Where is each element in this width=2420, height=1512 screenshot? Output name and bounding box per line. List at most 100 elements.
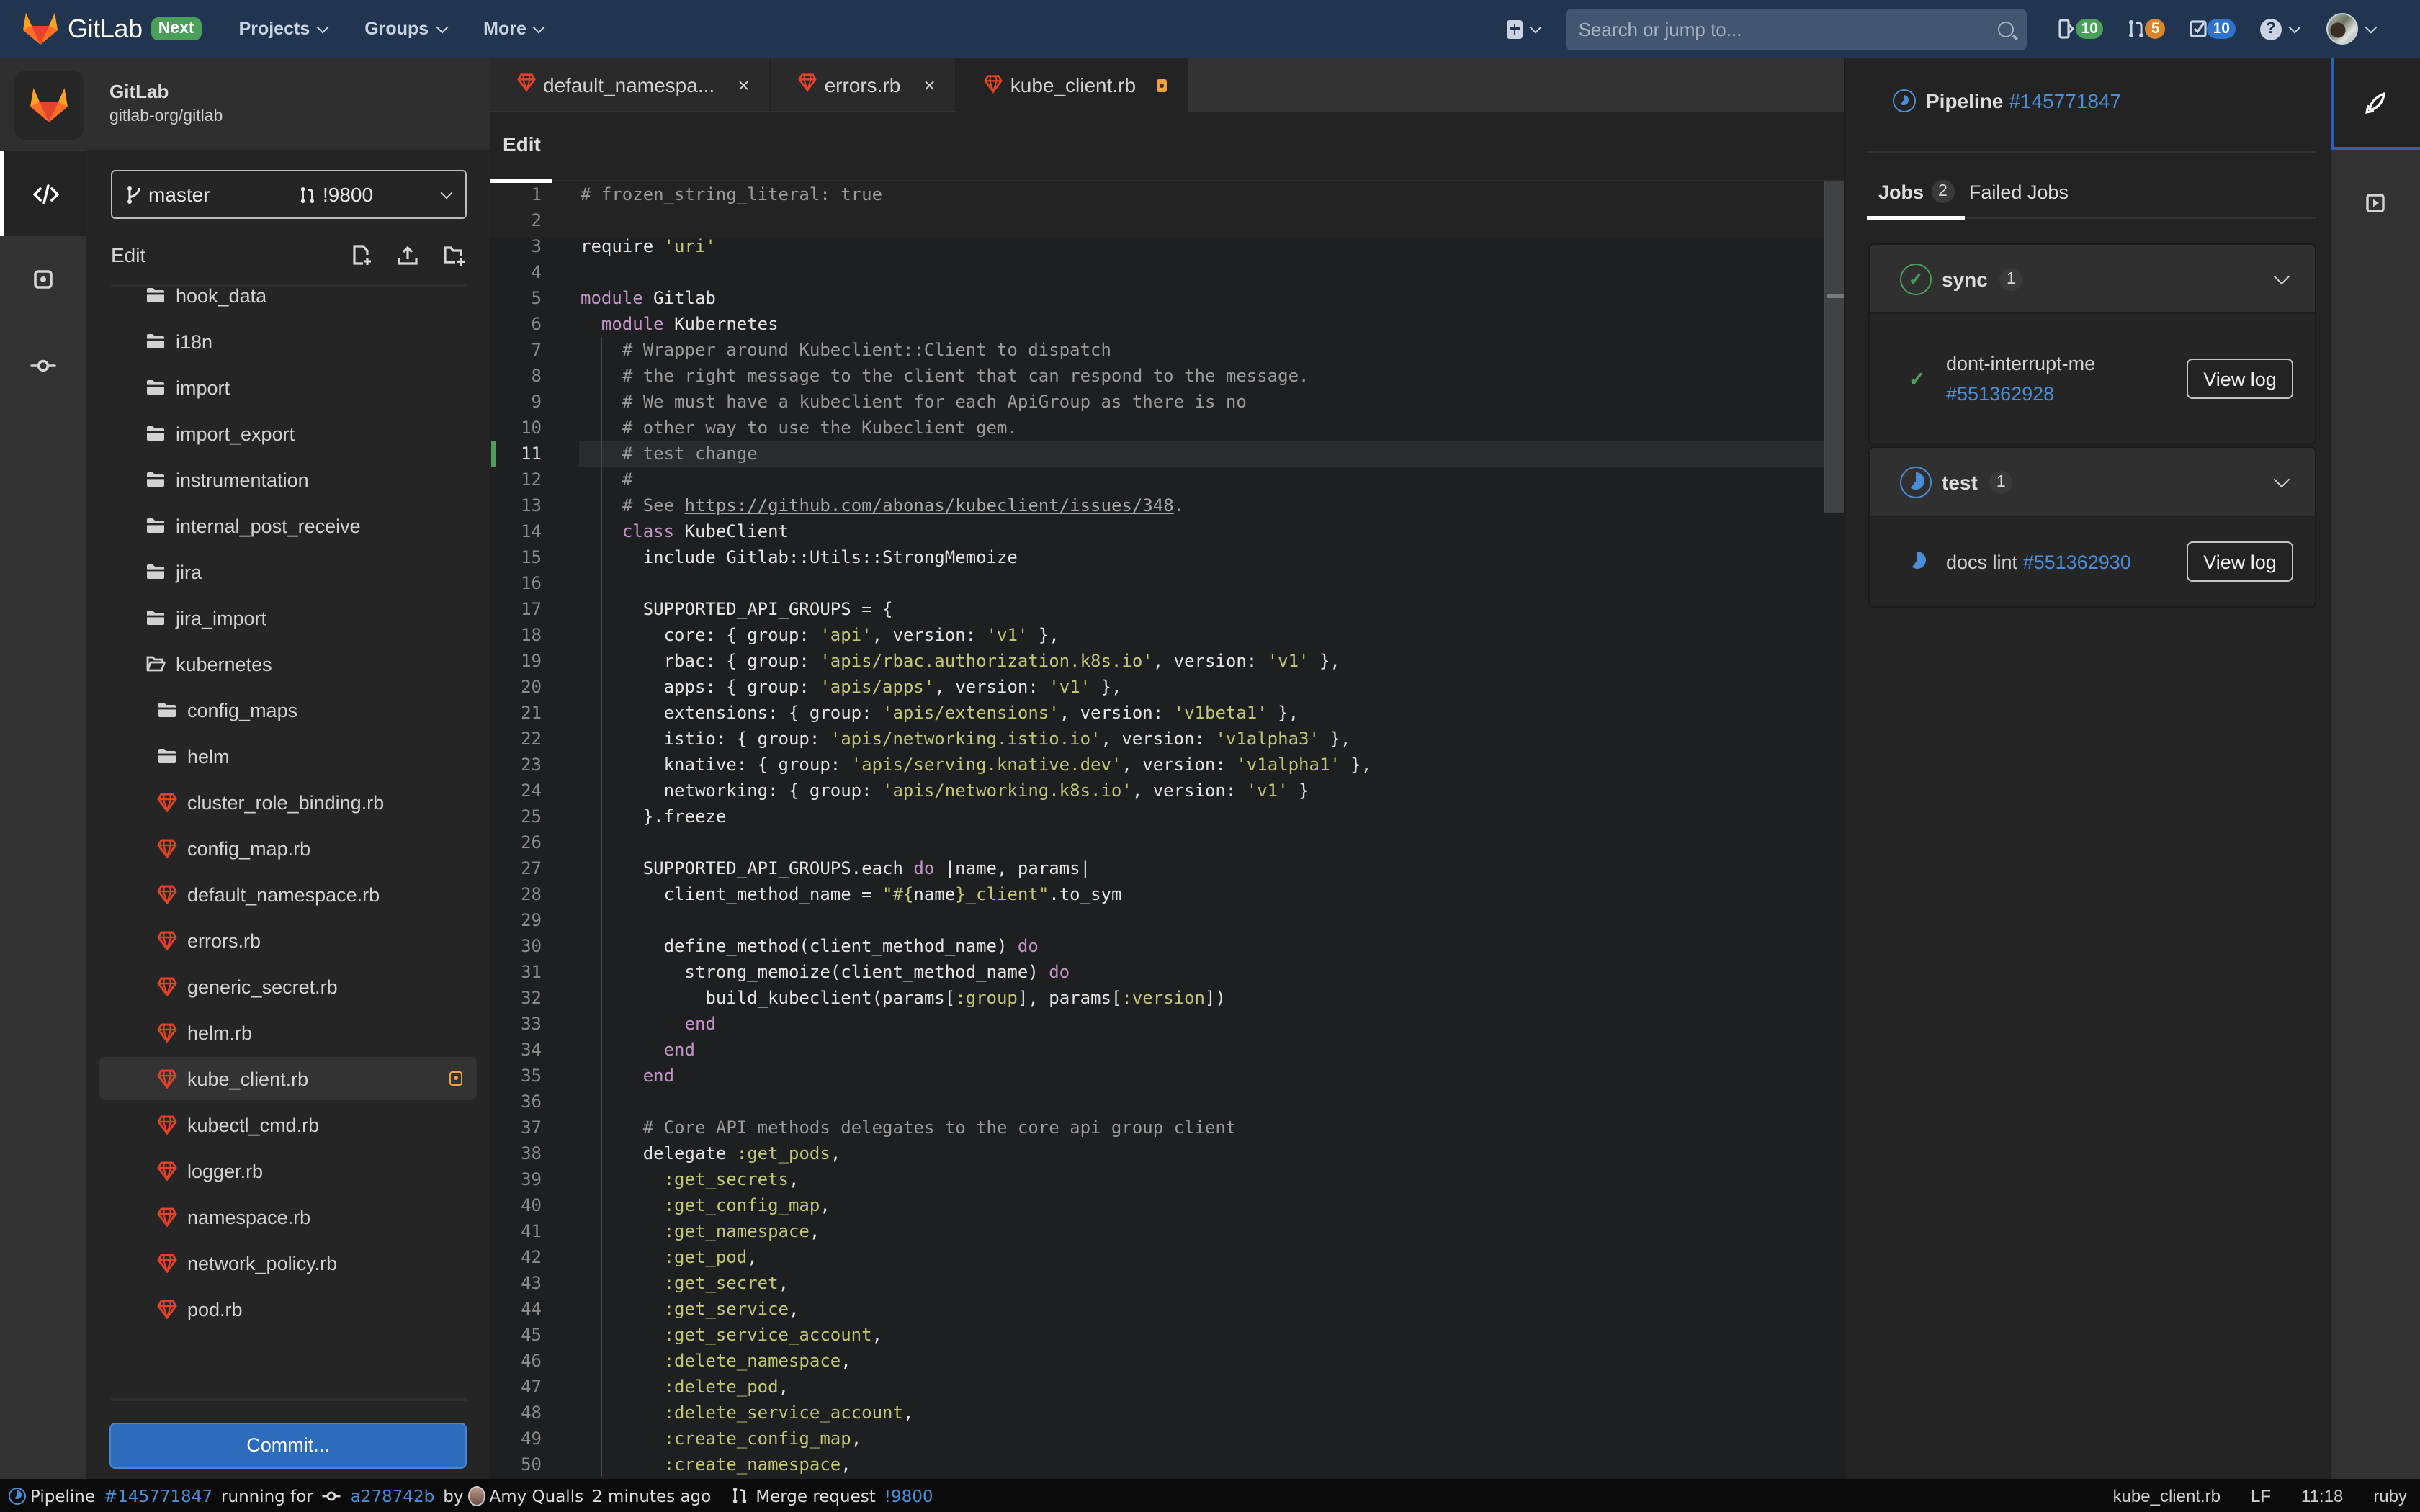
code-token: # frozen_string_literal: true bbox=[581, 184, 883, 204]
editor-scrollbar[interactable] bbox=[1824, 181, 1845, 513]
code-token: , version: bbox=[1152, 651, 1268, 671]
search-input[interactable] bbox=[1578, 18, 1998, 40]
editor-area: default_namespa... × errors.rb × kube_client… bbox=[490, 58, 1845, 1479]
job-id-link[interactable]: #551362928 bbox=[1946, 383, 2054, 405]
status-commit-link[interactable]: a278742b bbox=[351, 1485, 435, 1506]
tree-file[interactable]: cluster_role_binding.rb bbox=[99, 780, 477, 824]
active-tab-underline bbox=[1867, 216, 1965, 220]
tree-folder[interactable]: kubernetes bbox=[99, 642, 477, 685]
code-token[interactable]: https://github.com/abonas/kubeclient/iss… bbox=[685, 495, 1174, 516]
tree-folder[interactable]: i18n bbox=[99, 320, 477, 363]
tree-file[interactable]: namespace.rb bbox=[99, 1195, 477, 1238]
status-pipeline-link[interactable]: #145771847 bbox=[104, 1485, 212, 1506]
view-log-button[interactable]: View log bbox=[2187, 359, 2293, 399]
tree-folder[interactable]: jira_import bbox=[99, 596, 477, 639]
job-id-link[interactable]: #551362930 bbox=[2023, 551, 2131, 572]
activity-review[interactable] bbox=[0, 242, 86, 317]
pipelines-panel-button[interactable] bbox=[2331, 58, 2420, 150]
stage-header[interactable]: test 1 bbox=[1870, 448, 2315, 517]
status-bar: Pipeline #145771847 running for a278742b… bbox=[0, 1479, 2420, 1512]
commit-button[interactable]: Commit... bbox=[109, 1423, 467, 1469]
close-tab-icon[interactable]: × bbox=[738, 73, 749, 96]
tab-jobs-label: Jobs bbox=[1878, 181, 1924, 202]
tree-folder[interactable]: import bbox=[99, 366, 477, 409]
branch-selector[interactable]: master !9800 bbox=[111, 170, 467, 219]
new-dropdown-button[interactable] bbox=[1506, 19, 1542, 38]
tree-file[interactable]: helm.rb bbox=[99, 1011, 477, 1054]
jobs-count-badge: 2 bbox=[1931, 180, 1955, 203]
new-file-button[interactable] bbox=[349, 242, 375, 268]
live-preview-button[interactable] bbox=[2331, 158, 2420, 248]
tree-folder[interactable]: jira bbox=[99, 550, 477, 593]
line-number: 19 bbox=[521, 651, 542, 671]
search-icon[interactable] bbox=[1997, 21, 2014, 37]
tree-file[interactable]: generic_secret.rb bbox=[99, 965, 477, 1008]
activity-edit[interactable] bbox=[0, 151, 86, 236]
tab-jobs[interactable]: Jobs 2 bbox=[1878, 180, 1955, 203]
status-by: by bbox=[443, 1485, 464, 1506]
tree-folder[interactable]: internal_post_receive bbox=[99, 504, 477, 547]
tree-folder[interactable]: import_export bbox=[99, 412, 477, 455]
tree-file[interactable]: pod.rb bbox=[99, 1287, 477, 1331]
tree-folder[interactable]: config_maps bbox=[99, 688, 477, 732]
tree-file[interactable]: kubectl_cmd.rb bbox=[99, 1103, 477, 1146]
editor-tab[interactable]: default_namespa... × bbox=[490, 58, 771, 111]
code-token: apps: { group: bbox=[581, 677, 820, 697]
project-path[interactable]: gitlab-org/gitlab bbox=[109, 108, 223, 125]
ruby-file-icon bbox=[157, 792, 177, 812]
chevron-down-icon bbox=[533, 20, 546, 33]
status-mr-link[interactable]: !9800 bbox=[884, 1485, 933, 1506]
tree-file[interactable]: kube_client.rb bbox=[99, 1057, 477, 1100]
close-tab-icon[interactable]: × bbox=[923, 73, 935, 96]
help-dropdown-button[interactable]: ? bbox=[2260, 18, 2301, 40]
nav-groups[interactable]: Groups bbox=[364, 19, 448, 39]
code-line: 29 bbox=[490, 907, 1829, 933]
line-number: 33 bbox=[521, 1014, 542, 1034]
merge-requests-button[interactable]: 5 bbox=[2128, 19, 2166, 39]
nav-projects[interactable]: Projects bbox=[239, 19, 329, 39]
code-token: , bbox=[820, 1195, 830, 1215]
tab-failed-jobs[interactable]: Failed Jobs bbox=[1969, 181, 2069, 202]
issues-button[interactable]: 10 bbox=[2058, 19, 2104, 39]
line-number: 42 bbox=[521, 1247, 542, 1267]
line-number: 17 bbox=[521, 599, 542, 619]
nav-more-label: More bbox=[483, 19, 526, 39]
editor-tab-label: kube_client.rb bbox=[1010, 73, 1137, 96]
tree-folder[interactable]: hook_data bbox=[99, 288, 477, 317]
tree-file[interactable]: logger.rb bbox=[99, 1149, 477, 1192]
nav-more[interactable]: More bbox=[483, 19, 546, 39]
chevron-down-icon[interactable] bbox=[2273, 268, 2290, 285]
new-directory-button[interactable] bbox=[441, 242, 467, 268]
tree-file[interactable]: errors.rb bbox=[99, 919, 477, 962]
folder-icon bbox=[147, 518, 164, 533]
code-token: :get_pod bbox=[663, 1247, 748, 1267]
code-token: extensions: { group: bbox=[581, 703, 883, 723]
pipeline-id-link[interactable]: #145771847 bbox=[2009, 89, 2121, 112]
project-avatar[interactable] bbox=[14, 71, 84, 140]
todo-check-icon bbox=[2190, 20, 2208, 37]
stage-header[interactable]: ✓ sync 1 bbox=[1870, 245, 2315, 314]
chevron-down-icon[interactable] bbox=[2273, 471, 2290, 488]
code-token: include Gitlab::Utils::StrongMemoize bbox=[581, 547, 1018, 567]
editor-tab[interactable]: errors.rb × bbox=[771, 58, 957, 111]
tree-folder[interactable]: helm bbox=[99, 734, 477, 778]
code-token: name bbox=[913, 884, 956, 904]
editor-tab[interactable]: kube_client.rb bbox=[956, 58, 1188, 112]
code-token: , version: bbox=[934, 677, 1049, 697]
upload-file-button[interactable] bbox=[395, 242, 421, 268]
view-log-button[interactable]: View log bbox=[2187, 541, 2293, 582]
user-menu-button[interactable] bbox=[2326, 13, 2378, 45]
edit-mode-tab[interactable]: Edit bbox=[503, 132, 541, 156]
tree-file[interactable]: default_namespace.rb bbox=[99, 873, 477, 916]
gitlab-home-link[interactable]: GitLab Next bbox=[22, 12, 202, 46]
tree-file[interactable]: config_map.rb bbox=[99, 827, 477, 870]
status-pipeline-label: Pipeline bbox=[30, 1485, 96, 1506]
tree-file[interactable]: network_policy.rb bbox=[99, 1241, 477, 1284]
activity-commit[interactable] bbox=[0, 328, 86, 403]
folder-icon bbox=[147, 288, 164, 302]
code-editor[interactable]: 1 # frozen_string_literal: true 2 3 require … bbox=[490, 181, 1829, 1479]
tree-folder[interactable]: instrumentation bbox=[99, 458, 477, 501]
todos-button[interactable]: 10 bbox=[2190, 19, 2236, 39]
code-token: 'apis/extensions' bbox=[882, 703, 1059, 723]
